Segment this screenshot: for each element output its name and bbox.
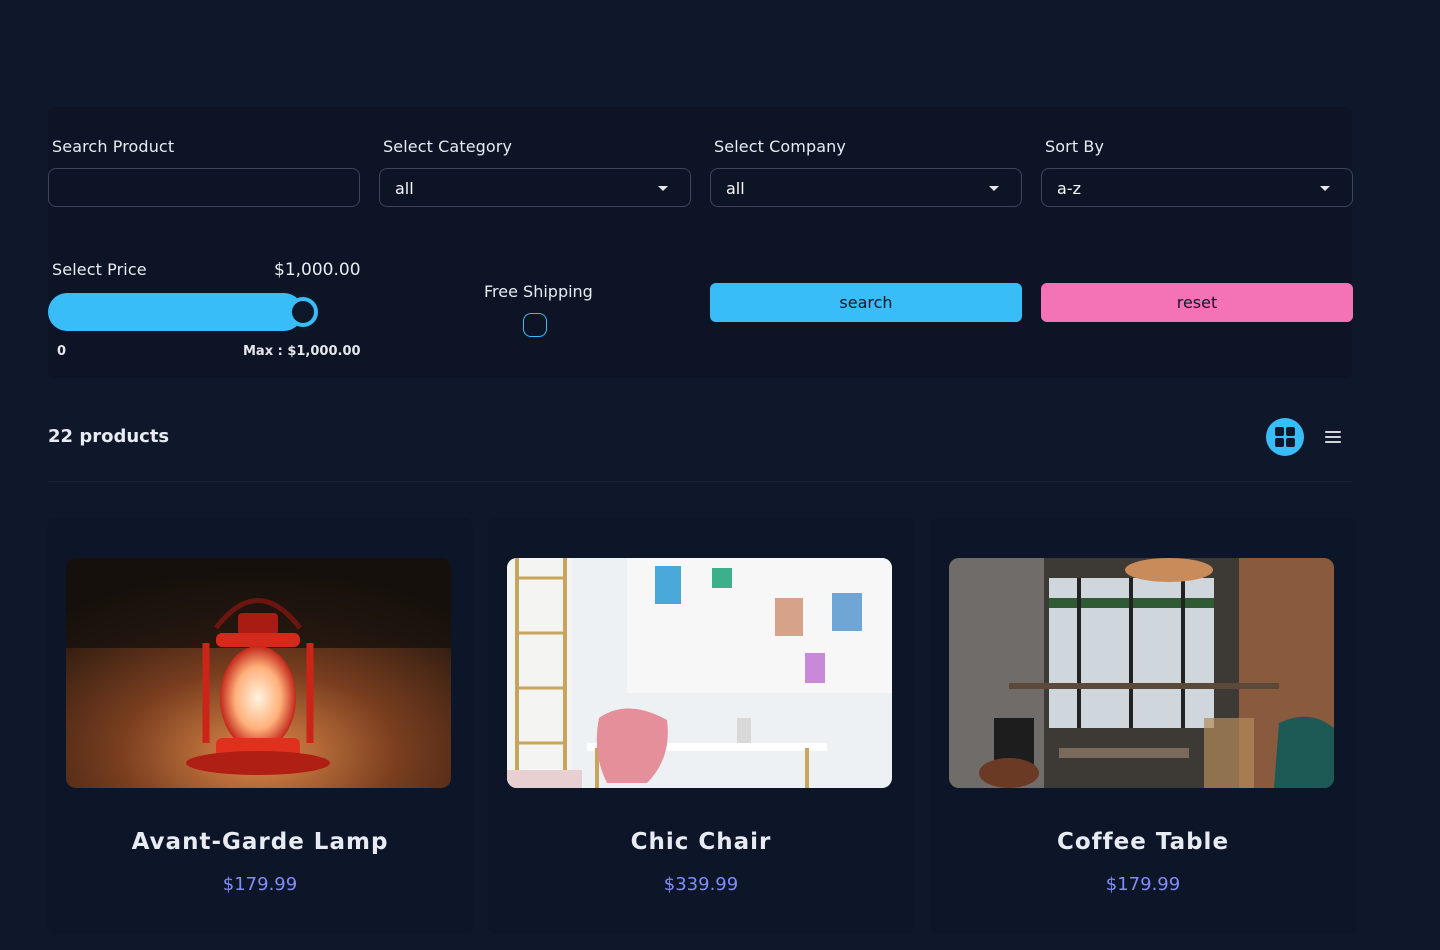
chevron-down-icon — [658, 186, 668, 191]
product-price: $179.99 — [1105, 874, 1181, 895]
price-value: $1,000.00 — [274, 260, 361, 280]
list-view-button[interactable] — [1323, 427, 1343, 447]
product-name: Avant-Garde Lamp — [131, 829, 389, 855]
scrollbar[interactable] — [1428, 0, 1440, 950]
products-page: Search Product Select Category all Selec… — [0, 0, 1440, 950]
product-price: $339.99 — [663, 874, 739, 895]
chevron-down-icon — [1320, 186, 1330, 191]
product-image — [949, 558, 1334, 788]
category-select[interactable]: all — [379, 168, 691, 207]
company-selected-value: all — [726, 179, 745, 198]
divider — [48, 481, 1352, 482]
product-count: 22 products — [48, 426, 170, 447]
product-name: Coffee Table — [1056, 829, 1230, 855]
select-price-label: Select Price — [52, 260, 147, 279]
product-card[interactable]: Coffee Table $179.99 — [930, 518, 1356, 934]
company-select[interactable]: all — [710, 168, 1022, 207]
select-company-label: Select Company — [714, 137, 846, 156]
search-product-field[interactable] — [48, 168, 360, 207]
search-product-label: Search Product — [52, 137, 175, 156]
sort-by-label: Sort By — [1045, 137, 1105, 156]
product-image — [66, 558, 451, 788]
product-image — [507, 558, 892, 788]
grid-view-button[interactable] — [1266, 418, 1304, 456]
product-card[interactable]: Avant-Garde Lamp $179.99 — [47, 518, 473, 934]
filters-form: Search Product Select Category all Selec… — [48, 107, 1353, 378]
sort-select[interactable]: a-z — [1041, 168, 1353, 207]
product-card[interactable]: Chic Chair $339.99 — [488, 518, 914, 934]
free-shipping-checkbox[interactable] — [523, 313, 547, 337]
list-view-icon — [1325, 431, 1341, 433]
price-max-label: Max : $1,000.00 — [243, 344, 361, 359]
sort-selected-value: a-z — [1057, 179, 1081, 198]
chevron-down-icon — [989, 186, 999, 191]
free-shipping-label: Free Shipping — [484, 282, 593, 301]
price-range-slider[interactable] — [48, 293, 320, 331]
category-selected-value: all — [395, 179, 414, 198]
reset-button[interactable]: reset — [1041, 283, 1353, 322]
search-product-input[interactable] — [49, 169, 359, 206]
product-price: $179.99 — [222, 874, 298, 895]
price-min-label: 0 — [57, 344, 67, 359]
select-category-label: Select Category — [383, 137, 513, 156]
price-range-fill — [48, 293, 303, 331]
price-range-thumb[interactable] — [288, 297, 318, 327]
search-button[interactable]: search — [710, 283, 1022, 322]
product-name: Chic Chair — [630, 829, 772, 855]
